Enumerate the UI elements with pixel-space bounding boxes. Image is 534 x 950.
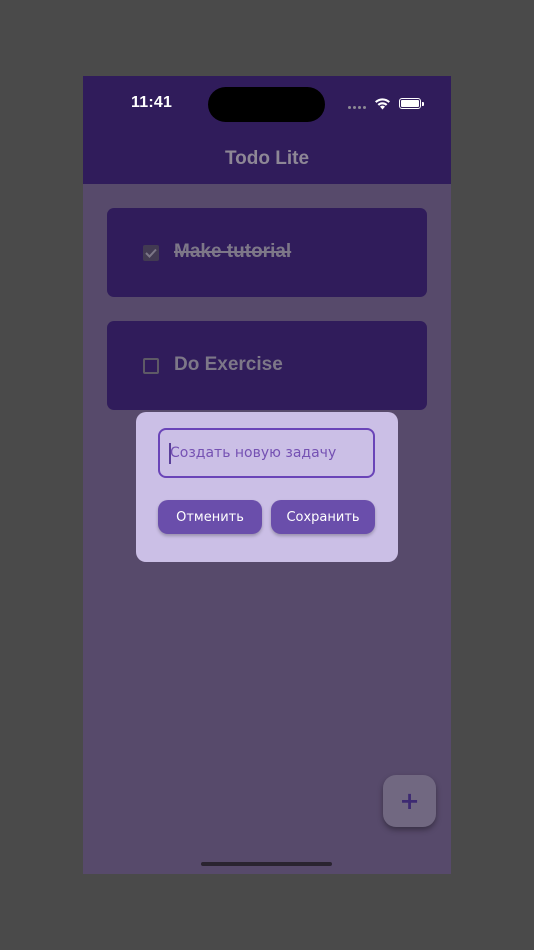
task-checkbox-checked[interactable]: [143, 245, 159, 261]
task-item[interactable]: Make tutorial: [107, 208, 427, 297]
new-task-dialog: Отменить Сохранить: [136, 412, 398, 562]
signal-dots-icon: [348, 97, 366, 109]
add-task-button[interactable]: +: [383, 775, 436, 827]
task-item[interactable]: Do Exercise: [107, 321, 427, 410]
task-label: Make tutorial: [174, 241, 292, 262]
status-time: 11:41: [131, 94, 173, 111]
checkmark-icon: [145, 248, 157, 258]
app-bar: 11:41 Todo Lite: [83, 76, 451, 184]
phone-screen: 11:41 Todo Lite Make tutorial Do Exercis…: [83, 76, 451, 874]
text-cursor: [169, 443, 171, 464]
new-task-input[interactable]: [158, 428, 375, 478]
save-button[interactable]: Сохранить: [271, 500, 375, 534]
battery-icon: [399, 97, 424, 109]
status-icons: [348, 95, 424, 111]
home-indicator[interactable]: [201, 862, 332, 866]
task-label: Do Exercise: [174, 354, 283, 375]
plus-icon: +: [399, 787, 420, 815]
cancel-button[interactable]: Отменить: [158, 500, 262, 534]
dynamic-island: [208, 87, 325, 122]
app-title: Todo Lite: [224, 148, 310, 169]
wifi-icon: [375, 97, 390, 109]
task-checkbox-unchecked[interactable]: [143, 358, 159, 374]
